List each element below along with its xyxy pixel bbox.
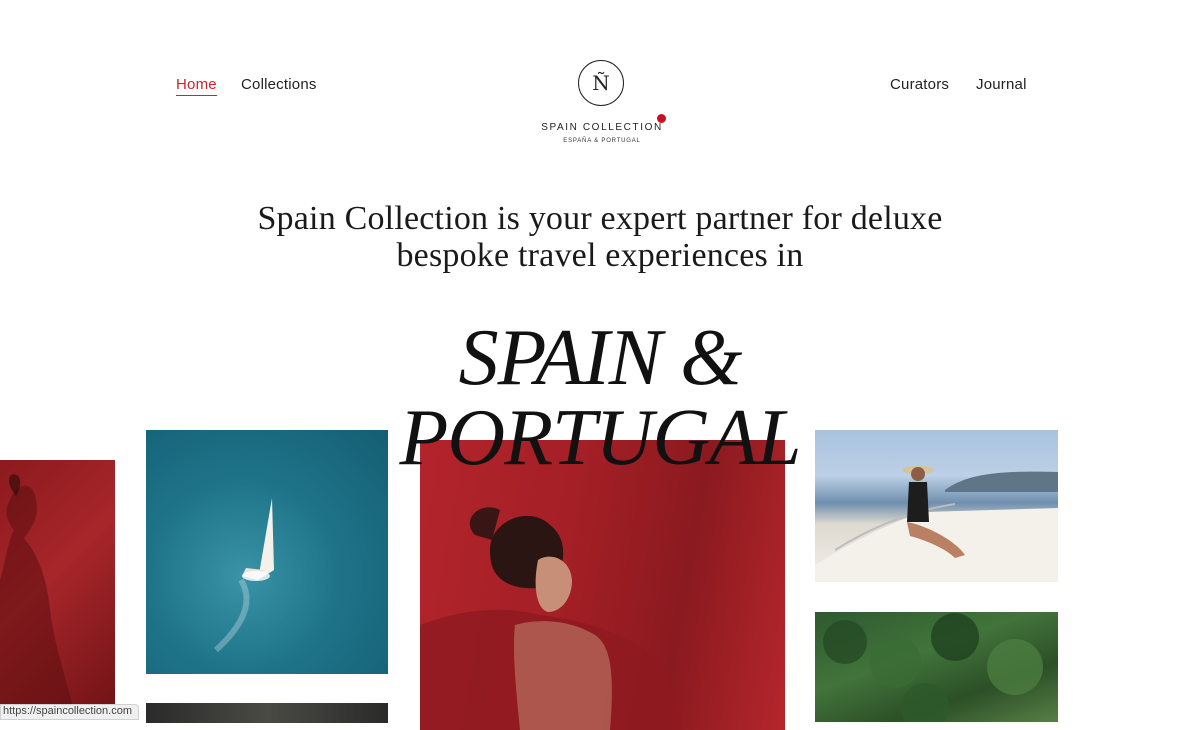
nav-collections-link[interactable]: Collections <box>241 76 317 93</box>
status-bar-url: https://spaincollection.com <box>0 704 140 720</box>
dancer-silhouette-icon <box>0 474 76 720</box>
logo-dot-icon <box>657 114 666 123</box>
sailboat-icon <box>213 498 274 653</box>
logo-subtitle: ESPAÑA & PORTUGAL <box>563 138 641 144</box>
photo-sailboat[interactable] <box>146 430 388 674</box>
site-logo[interactable]: Ñ SPAIN COLLECTION ESPAÑA & PORTUGAL <box>540 60 666 150</box>
tagline-line-2: bespoke travel experiences in <box>396 237 804 274</box>
tagline-line-1: Spain Collection is your expert partner … <box>257 200 943 237</box>
nav-home-link[interactable]: Home <box>176 76 217 96</box>
forest-icon <box>823 613 1043 722</box>
photo-boat-deck[interactable] <box>815 430 1058 582</box>
logo-name: SPAIN COLLECTION <box>541 122 663 133</box>
photo-forest[interactable] <box>815 612 1058 722</box>
logo-monogram-icon: Ñ <box>578 60 624 106</box>
photo-dancer-center[interactable] <box>420 440 785 730</box>
photo-dancer-left[interactable] <box>0 460 115 720</box>
boat-woman-icon <box>815 466 1058 582</box>
hero-tagline: Spain Collection is your expert partner … <box>230 200 970 274</box>
nav-curators-link[interactable]: Curators <box>890 76 949 93</box>
photo-dark[interactable] <box>146 703 388 723</box>
nav-journal-link[interactable]: Journal <box>976 76 1027 93</box>
headline-line-1: SPAIN & <box>458 314 743 402</box>
dancer-portrait-icon <box>420 507 682 730</box>
